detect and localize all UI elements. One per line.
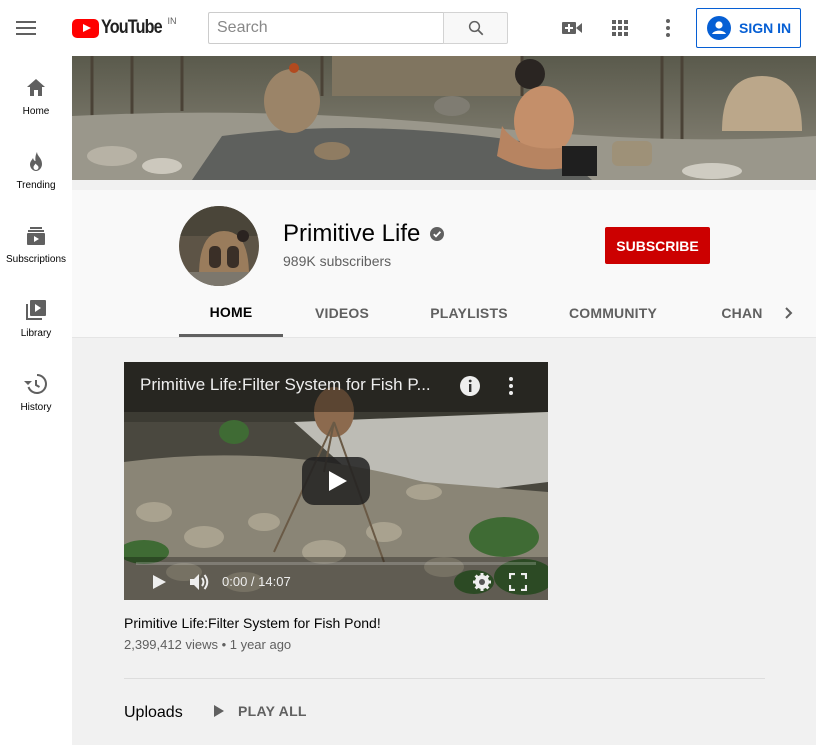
tab-channels[interactable]: CHAN bbox=[707, 289, 777, 337]
apps-grid-icon[interactable] bbox=[608, 16, 632, 40]
library-icon bbox=[26, 300, 46, 320]
featured-video-title[interactable]: Primitive Life:Filter System for Fish Po… bbox=[124, 615, 381, 631]
sidebar-item-label: Home bbox=[22, 106, 50, 117]
tab-home[interactable]: HOME bbox=[179, 289, 283, 337]
top-bar: YouTube IN SIGN IN bbox=[0, 0, 816, 56]
search-icon bbox=[468, 20, 483, 36]
subscriber-count: 989K subscribers bbox=[283, 253, 392, 269]
youtube-play-icon bbox=[72, 19, 99, 38]
video-time: 0:00 / 14:07 bbox=[222, 574, 291, 589]
channel-banner bbox=[72, 56, 816, 180]
fullscreen-icon[interactable] bbox=[509, 573, 527, 591]
subscriptions-icon bbox=[27, 227, 45, 245]
featured-video-meta: 2,399,412 views • 1 year ago bbox=[124, 637, 292, 652]
create-video-icon[interactable] bbox=[560, 16, 584, 40]
hamburger-menu-icon[interactable] bbox=[16, 16, 56, 40]
tab-videos[interactable]: VIDEOS bbox=[294, 289, 390, 337]
player-title[interactable]: Primitive Life:Filter System for Fish P.… bbox=[140, 375, 452, 395]
search-box bbox=[208, 12, 444, 44]
info-icon[interactable] bbox=[459, 375, 481, 397]
play-icon[interactable] bbox=[150, 573, 168, 591]
sidebar-item-label: Subscriptions bbox=[5, 254, 67, 265]
sidebar-item-home[interactable]: Home bbox=[0, 56, 72, 130]
subscribe-button[interactable]: SUBSCRIBE bbox=[605, 227, 710, 264]
sign-in-button[interactable]: SIGN IN bbox=[696, 8, 801, 48]
section-divider bbox=[124, 678, 765, 679]
tab-community[interactable]: COMMUNITY bbox=[553, 289, 673, 337]
search-input[interactable] bbox=[209, 13, 444, 43]
tabs-scroll-right-icon[interactable] bbox=[774, 301, 802, 325]
verified-badge-icon bbox=[430, 227, 445, 241]
flame-icon bbox=[30, 152, 42, 171]
channel-name-row: Primitive Life bbox=[283, 220, 445, 248]
volume-icon[interactable] bbox=[188, 572, 212, 592]
play-all-button[interactable]: PLAY ALL bbox=[210, 703, 307, 719]
featured-video-player[interactable]: Primitive Life:Filter System for Fish P.… bbox=[124, 362, 548, 600]
search-button[interactable] bbox=[443, 12, 508, 44]
sign-in-label: SIGN IN bbox=[739, 20, 792, 36]
settings-gear-icon[interactable] bbox=[472, 572, 492, 592]
progress-bar[interactable] bbox=[136, 562, 536, 565]
account-icon bbox=[707, 16, 731, 40]
play-all-label: PLAY ALL bbox=[238, 703, 307, 719]
sidebar-item-trending[interactable]: Trending bbox=[0, 130, 72, 204]
uploads-heading[interactable]: Uploads bbox=[124, 704, 183, 722]
home-icon bbox=[27, 79, 45, 96]
more-options-icon[interactable] bbox=[656, 16, 680, 40]
tab-playlists[interactable]: PLAYLISTS bbox=[415, 289, 523, 337]
logo-region: IN bbox=[167, 16, 177, 26]
large-play-button[interactable] bbox=[302, 457, 370, 505]
channel-avatar[interactable] bbox=[179, 206, 259, 286]
logo-text: YouTube bbox=[101, 17, 163, 38]
youtube-logo[interactable]: YouTube IN bbox=[72, 16, 176, 40]
sidebar-item-history[interactable]: History bbox=[0, 352, 72, 426]
sidebar-item-subscriptions[interactable]: Subscriptions bbox=[0, 204, 72, 278]
sidebar-item-label: History bbox=[20, 402, 52, 413]
player-more-options-icon[interactable] bbox=[502, 375, 520, 397]
banner-divider bbox=[72, 180, 816, 190]
sidebar-item-library[interactable]: Library bbox=[0, 278, 72, 352]
banner-image bbox=[72, 56, 816, 180]
history-icon bbox=[24, 374, 47, 394]
sidebar-item-label: Library bbox=[20, 328, 52, 339]
channel-tabs: HOME VIDEOS PLAYLISTS COMMUNITY CHAN bbox=[179, 289, 816, 337]
side-nav: Home Trending Subscriptions Library Hist… bbox=[0, 56, 72, 745]
sidebar-item-label: Trending bbox=[16, 180, 56, 191]
channel-name[interactable]: Primitive Life bbox=[283, 220, 420, 248]
play-all-icon bbox=[214, 705, 224, 717]
